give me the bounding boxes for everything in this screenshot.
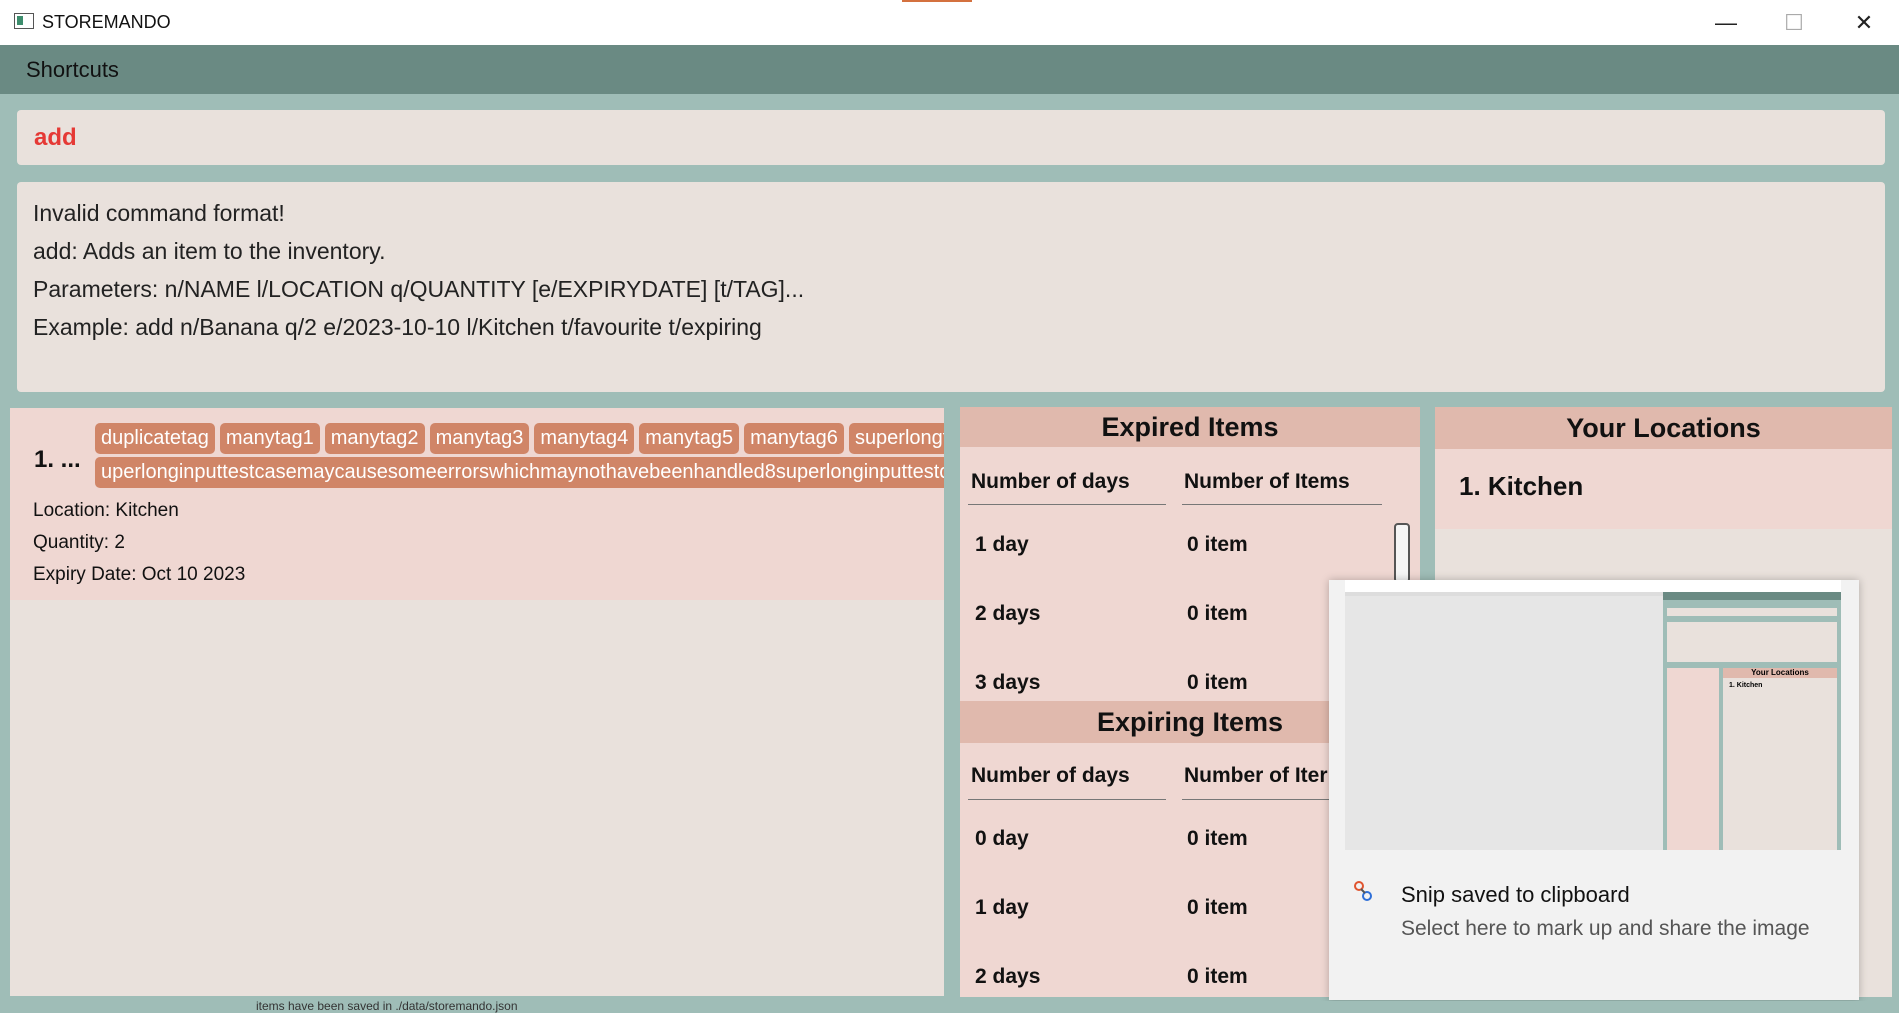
result-line: Invalid command format! — [33, 200, 285, 226]
tag: duplicatetag — [95, 423, 215, 454]
item-index: 1. ... — [34, 446, 81, 473]
thumbnail-locations-header: Your Locations — [1723, 668, 1837, 678]
thumbnail-location-item: 1. Kitchen — [1729, 682, 1763, 689]
taskbar-accent — [902, 0, 972, 2]
expired-days-cell: 2 days — [975, 602, 1041, 625]
close-icon[interactable]: ✕ — [1834, 8, 1894, 38]
expiring-days-cell: 2 days — [975, 965, 1041, 988]
expired-days-cell: 3 days — [975, 671, 1041, 694]
expired-items-cell: 0 item — [1187, 602, 1248, 625]
tag: manytag5 — [639, 423, 740, 454]
thumbnail-blank-area — [1345, 596, 1663, 850]
tags-row: duplicatetag manytag1 manytag2 manytag3 many… — [95, 423, 944, 454]
expired-days-cell: 1 day — [975, 533, 1029, 556]
expiring-col-items: Number of Iter — [1184, 764, 1328, 787]
expiring-items-cell: 0 item — [1187, 827, 1248, 850]
item-card[interactable]: 1. ... duplicatetag manytag1 manytag2 manyt… — [10, 408, 944, 600]
locations-header: Your Locations — [1435, 407, 1892, 449]
minimize-icon[interactable]: — — [1696, 8, 1756, 38]
thumbnail-result-box — [1667, 622, 1837, 662]
tags-row: uperlonginputtestcasemaycausesomeerrorsw… — [95, 457, 944, 488]
item-quantity: Quantity: 2 — [33, 532, 125, 553]
location-name: 1. Kitchen — [1459, 471, 1584, 501]
tag: manytag6 — [744, 423, 844, 454]
toast-title: Snip saved to clipboard — [1401, 882, 1630, 907]
expiring-items-cell: 0 item — [1187, 965, 1248, 988]
expiring-items-cell: 0 item — [1187, 896, 1248, 919]
result-display: Invalid command format! add: Adds an ite… — [17, 182, 1885, 392]
column-divider — [968, 504, 1166, 505]
snip-notification[interactable]: Your Locations 1. Kitchen Snip saved to … — [1329, 580, 1859, 1000]
thumbnail-content: Your Locations 1. Kitchen — [1663, 600, 1841, 850]
item-list-panel: 1. ... duplicatetag manytag1 manytag2 manyt… — [10, 408, 944, 996]
result-line: Parameters: n/NAME l/LOCATION q/QUANTITY… — [33, 276, 805, 302]
title-bar: STOREMANDO — ☐ ✕ — [0, 0, 1899, 46]
expired-col-days: Number of days — [971, 470, 1130, 493]
toast-body: Select here to mark up and share the ima… — [1401, 917, 1810, 940]
thumbnail-menubar — [1663, 592, 1841, 600]
item-location: Location: Kitchen — [33, 500, 179, 521]
expired-items-header: Expired Items — [960, 407, 1420, 447]
tag: manytag3 — [429, 423, 530, 454]
result-line: add: Adds an item to the inventory. — [33, 238, 386, 264]
command-input[interactable]: add — [17, 110, 1885, 165]
tag: superlongta — [848, 423, 944, 454]
menu-shortcuts[interactable]: Shortcuts — [26, 57, 119, 83]
command-text: add — [34, 124, 77, 151]
tag: uperlonginputtestcasemaycausesomeerrorsw… — [95, 457, 944, 488]
status-text: items have been saved in ./data/storeman… — [256, 999, 518, 1013]
location-list-item[interactable]: 1. Kitchen — [1435, 449, 1892, 529]
thumbnail-titlebar — [1345, 580, 1841, 592]
menu-bar: Shortcuts — [0, 45, 1899, 94]
expired-items-cell: 0 item — [1187, 533, 1248, 556]
snip-thumbnail: Your Locations 1. Kitchen — [1345, 580, 1841, 850]
tag: manytag4 — [534, 423, 635, 454]
expiring-days-cell: 1 day — [975, 896, 1029, 919]
thumbnail-command-box — [1667, 608, 1837, 616]
result-line: Example: add n/Banana q/2 e/2023-10-10 l… — [33, 314, 762, 340]
expiring-days-cell: 0 day — [975, 827, 1029, 850]
tag: manytag1 — [219, 423, 320, 454]
thumbnail-locations-panel: Your Locations 1. Kitchen — [1723, 668, 1837, 850]
expiring-col-days: Number of days — [971, 764, 1130, 787]
maximize-icon[interactable]: ☐ — [1764, 8, 1824, 38]
column-divider — [1182, 504, 1382, 505]
snipping-tool-icon — [1354, 881, 1372, 901]
expired-col-items: Number of Items — [1184, 470, 1350, 493]
window-title: STOREMANDO — [42, 12, 171, 32]
column-divider — [968, 799, 1166, 800]
expired-items-cell: 0 item — [1187, 671, 1248, 694]
expired-scrollbar[interactable] — [1394, 523, 1410, 583]
app-window-icon — [14, 13, 34, 29]
item-expiry: Expiry Date: Oct 10 2023 — [33, 564, 246, 585]
tag: manytag2 — [324, 423, 425, 454]
thumbnail-stats-panel — [1667, 668, 1719, 850]
